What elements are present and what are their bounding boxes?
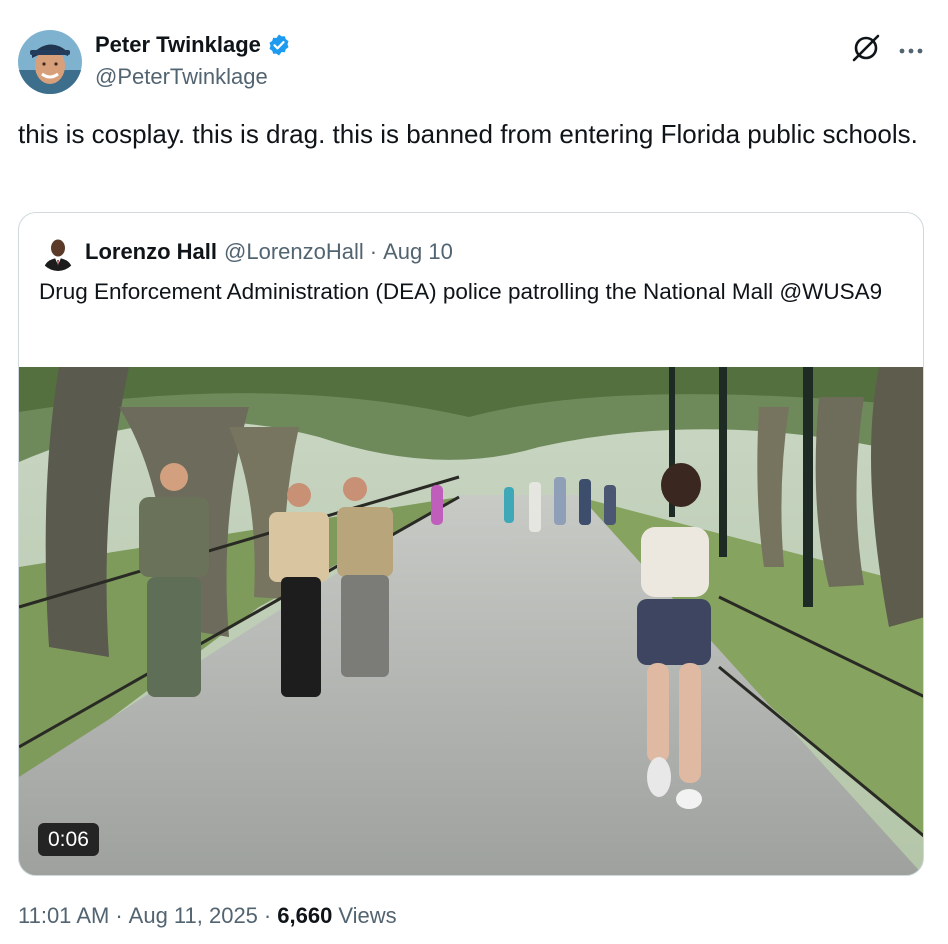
quoted-tweet-date: Aug 10: [383, 239, 453, 264]
tweet-metadata: 11:01 AM · Aug 11, 2025 · 6,660 Views: [18, 903, 397, 929]
separator-dot: ·: [369, 239, 378, 264]
separator-dot: ·: [263, 903, 272, 928]
author-handle[interactable]: @PeterTwinklage: [95, 64, 268, 90]
video-frame: [19, 367, 923, 875]
verified-badge-icon[interactable]: [267, 33, 291, 57]
quoted-author-avatar: [39, 233, 77, 271]
quoted-author-handle: @LorenzoHall: [224, 239, 364, 264]
video-player[interactable]: 0:06: [19, 367, 923, 875]
tweet-time[interactable]: 11:01 AM: [18, 903, 109, 929]
tweet-text: this is cosplay. this is drag. this is b…: [18, 119, 918, 149]
quoted-tweet-card[interactable]: Lorenzo Hall @LorenzoHall · Aug 10 Drug …: [18, 212, 924, 876]
video-duration-badge: 0:06: [38, 823, 99, 856]
grok-icon[interactable]: [850, 32, 882, 64]
more-options-icon[interactable]: [898, 42, 924, 54]
quoted-tweet-header: Lorenzo Hall @LorenzoHall · Aug 10: [39, 233, 453, 271]
quoted-tweet-text: Drug Enforcement Administration (DEA) po…: [39, 279, 883, 304]
tweet-header: Peter Twinklage @PeterTwinklage: [18, 28, 930, 96]
separator-dot: ·: [115, 903, 123, 928]
views-count[interactable]: 6,660: [277, 903, 332, 929]
quoted-author-name: Lorenzo Hall: [85, 239, 218, 264]
tweet-date[interactable]: Aug 11, 2025: [129, 903, 258, 929]
author-avatar[interactable]: [18, 30, 82, 94]
views-label[interactable]: Views: [338, 903, 396, 929]
author-display-name[interactable]: Peter Twinklage: [95, 32, 261, 58]
